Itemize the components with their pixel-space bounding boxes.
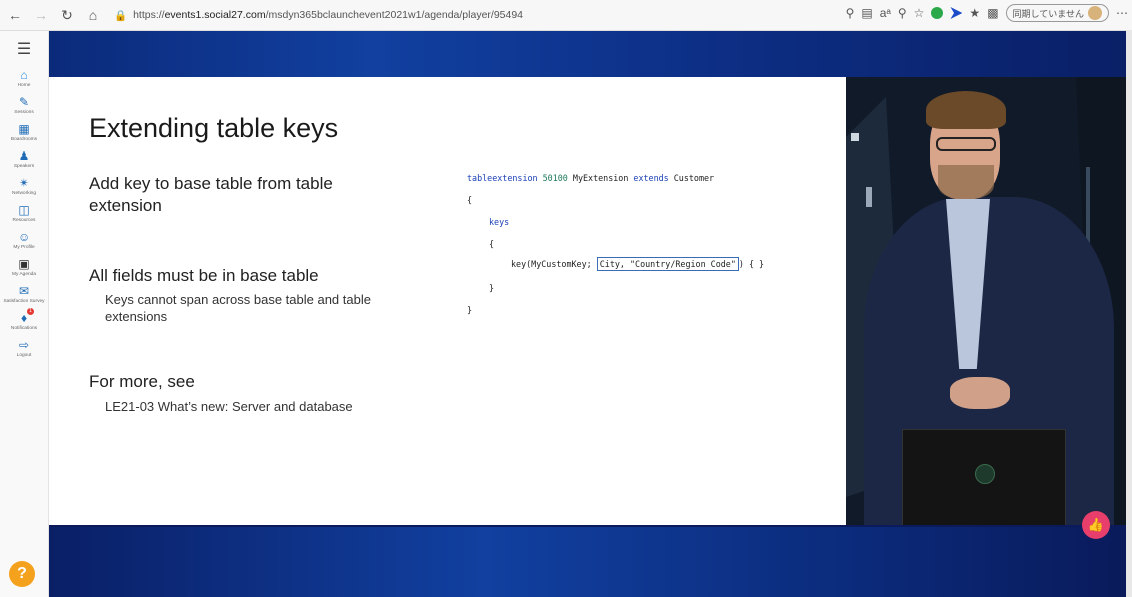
resources-icon: ◫: [18, 203, 30, 217]
scrollbar[interactable]: [1126, 30, 1132, 597]
sidebar-item-label: Resources: [12, 218, 36, 223]
sidebar-item-resources[interactable]: ◫ Resources: [0, 204, 48, 231]
favorites-icon[interactable]: ★: [969, 6, 980, 20]
sidebar-item-label: My Profile: [13, 245, 35, 250]
url-domain: events1.social27.com: [164, 9, 266, 21]
video-band-top: [49, 31, 1132, 77]
zoom-icon[interactable]: ⚲: [898, 6, 907, 20]
sidebar-item-my-agenda[interactable]: ▣ My Agenda: [0, 258, 48, 285]
code-identifier: Customer: [673, 173, 715, 183]
collections-icon[interactable]: ▩: [987, 6, 998, 20]
sidebar-item-my-profile[interactable]: ☺ My Profile: [0, 231, 48, 258]
agenda-icon: ▣: [18, 257, 30, 271]
slide-bullet: All fields must be in base table: [89, 266, 319, 285]
code-number: 50100: [542, 173, 568, 183]
key-icon[interactable]: ⚲: [846, 6, 855, 20]
profile-icon: ☺: [18, 230, 31, 244]
slide-sub-bullet: LE21-03 What’s new: Server and database: [105, 399, 353, 414]
refresh-icon[interactable]: ↻: [56, 4, 78, 26]
code-highlight: City, "Country/Region Code": [596, 257, 739, 271]
sync-status-button[interactable]: 同期していません: [1005, 4, 1109, 22]
home-icon: ⌂: [20, 68, 28, 82]
logout-icon: ⇨: [18, 338, 30, 352]
code-line: }: [467, 305, 473, 315]
boardroom-icon: ▦: [18, 122, 30, 136]
sidebar-item-label: Networking: [12, 191, 36, 196]
sidebar-item-home[interactable]: ⌂ Home: [0, 69, 48, 96]
sidebar-nav: ⌂ Home ✎ Sessions ▦ Boardrooms ♟ Speakers ✴ N…: [0, 69, 48, 366]
sidebar-item-notifications[interactable]: ♦ 1 Notifications: [0, 308, 48, 339]
forward-icon[interactable]: →: [30, 4, 52, 26]
slide-bullet: For more, see: [89, 372, 195, 391]
browser-right-tools: ⚲ ▤ aᵃ ⚲ ☆ ★ ▩ 同期していません ⋯: [846, 4, 1128, 22]
like-button[interactable]: 👍: [1082, 511, 1110, 539]
code-identifier: ) { }: [738, 259, 765, 269]
sidebar-item-label: Satisfaction Survey: [3, 299, 45, 304]
sidebar-item-boardrooms[interactable]: ▦ Boardrooms: [0, 123, 48, 150]
sidebar-item-speakers[interactable]: ♟ Speakers: [0, 150, 48, 177]
laptop: [902, 429, 1066, 525]
notification-badge: 1: [27, 308, 34, 315]
extension-green-icon[interactable]: [931, 7, 944, 19]
networking-icon: ✴: [18, 176, 30, 190]
slide-bullet: Add key to base table from table extensi…: [89, 174, 333, 215]
sidebar-item-label: Notifications: [10, 326, 38, 331]
pencil-icon: ✎: [18, 95, 30, 109]
presenter-hands: [950, 377, 1010, 409]
code-line: tableextension 50100 MyExtension extends…: [467, 173, 714, 183]
reader-icon[interactable]: ▤: [861, 6, 872, 20]
sidebar-item-label: Sessions: [14, 110, 34, 115]
code-identifier: MyExtension: [572, 173, 629, 183]
laptop-logo-icon: [975, 464, 995, 484]
sidebar-item-label: Logout: [16, 353, 32, 358]
presenter-beard: [938, 165, 994, 199]
code-line: {: [467, 195, 473, 205]
help-button[interactable]: ?: [9, 561, 35, 587]
survey-icon: ✉: [18, 284, 30, 298]
code-line: key(MyCustomKey; City, "Country/Region C…: [511, 257, 765, 271]
slide-sub-bullet: Keys cannot span across base table and t…: [105, 292, 371, 324]
speaker-icon: ♟: [18, 149, 30, 163]
browser-toolbar: ← → ↻ ⌂ 🔒 https://events1.social27.com/m…: [0, 0, 1132, 31]
code-keyword: tableextension: [467, 173, 538, 183]
profile-avatar-icon: [1088, 6, 1102, 20]
sidebar: ☰ ⌂ Home ✎ Sessions ▦ Boardrooms ♟ Speakers …: [0, 31, 49, 597]
code-keyword: extends: [633, 173, 669, 183]
more-icon[interactable]: ⋯: [1116, 6, 1128, 20]
video-band-bottom: [49, 527, 1132, 597]
code-line: {: [489, 239, 495, 249]
thumbs-up-icon: 👍: [1087, 517, 1105, 532]
presenter-glasses: [936, 137, 996, 151]
back-icon[interactable]: ←: [4, 4, 26, 26]
bell-icon: ♦ 1: [18, 308, 34, 324]
sidebar-item-label: My Agenda: [11, 272, 36, 277]
slide-title: Extending table keys: [89, 113, 339, 143]
sidebar-item-satisfaction-survey[interactable]: ✉ Satisfaction Survey: [0, 285, 48, 312]
sidebar-item-logout[interactable]: ⇨ Logout: [0, 339, 48, 366]
presentation-slide: Extending table keys Add key to base tab…: [49, 77, 846, 525]
favorite-add-icon[interactable]: ☆: [914, 6, 925, 20]
code-identifier: key(MyCustomKey;: [511, 259, 592, 269]
lock-icon: 🔒: [114, 9, 128, 22]
hamburger-menu-icon[interactable]: ☰: [0, 39, 48, 59]
home-browser-icon[interactable]: ⌂: [82, 4, 104, 26]
video-player[interactable]: Extending table keys Add key to base tab…: [49, 31, 1132, 597]
sidebar-item-label: Speakers: [13, 164, 35, 169]
extension-blue-icon[interactable]: [950, 7, 963, 19]
sidebar-item-networking[interactable]: ✴ Networking: [0, 177, 48, 204]
url-prefix: https://: [133, 9, 165, 21]
code-line: keys: [489, 217, 510, 227]
presenter-video: [846, 77, 1132, 525]
sidebar-item-label: Home: [17, 83, 31, 88]
code-line: }: [489, 283, 495, 293]
sync-label: 同期していません: [1012, 8, 1084, 19]
read-aloud-icon[interactable]: aᵃ: [880, 6, 891, 20]
url-path: /msdyn365bclaunchevent2021w1/agenda/play…: [265, 9, 524, 21]
sidebar-item-label: Boardrooms: [10, 137, 38, 142]
presenter-hair: [926, 91, 1006, 129]
sidebar-item-sessions[interactable]: ✎ Sessions: [0, 96, 48, 123]
address-bar[interactable]: 🔒 https://events1.social27.com/msdyn365b…: [114, 9, 523, 22]
